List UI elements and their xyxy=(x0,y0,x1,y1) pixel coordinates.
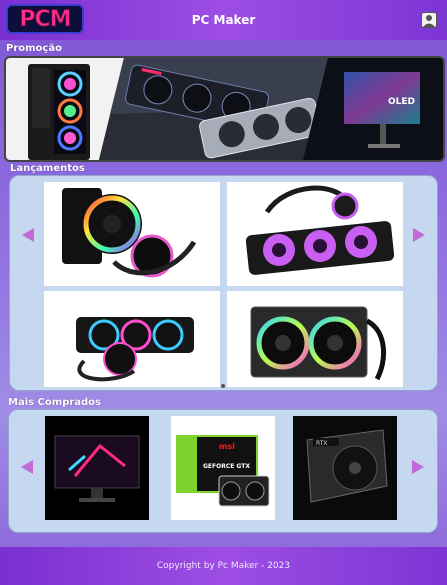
carousel-dot[interactable] xyxy=(221,384,225,388)
section-title-promo: Promoção xyxy=(6,43,62,54)
section-title-launches: Lançamentos xyxy=(10,163,85,174)
svg-text:RTX: RTX xyxy=(316,440,328,447)
chevron-right-icon[interactable] xyxy=(412,460,424,474)
chevron-left-icon[interactable] xyxy=(21,460,33,474)
svg-text:OLED: OLED xyxy=(388,97,415,107)
product-card[interactable] xyxy=(227,291,403,387)
logo[interactable]: PCM xyxy=(6,4,84,34)
section-title-top: Mais Comprados xyxy=(8,397,102,408)
product-card[interactable] xyxy=(45,416,149,520)
product-card[interactable]: RTX xyxy=(293,416,397,520)
chevron-right-icon[interactable] xyxy=(413,228,425,242)
logo-text: PCM xyxy=(19,6,72,32)
product-card[interactable]: msi GEFORCE GTX xyxy=(171,416,275,520)
promo-banner[interactable]: OLED xyxy=(4,56,445,162)
user-icon[interactable] xyxy=(421,12,437,28)
chevron-left-icon[interactable] xyxy=(22,228,34,242)
app-footer: Copyright by Pc Maker - 2023 xyxy=(0,547,447,585)
product-card[interactable] xyxy=(44,182,220,286)
svg-text:GEFORCE GTX: GEFORCE GTX xyxy=(203,463,250,470)
product-card[interactable] xyxy=(44,291,220,387)
app-header: PCM PC Maker xyxy=(0,0,447,40)
pc-case-image xyxy=(28,64,90,160)
top-carousel: msi GEFORCE GTX RTX xyxy=(8,409,438,533)
page-title: PC Maker xyxy=(191,13,256,27)
copyright-text: Copyright by Pc Maker - 2023 xyxy=(156,561,291,571)
launches-carousel xyxy=(9,175,438,391)
svg-text:msi: msi xyxy=(219,442,235,451)
product-card[interactable] xyxy=(227,182,403,286)
